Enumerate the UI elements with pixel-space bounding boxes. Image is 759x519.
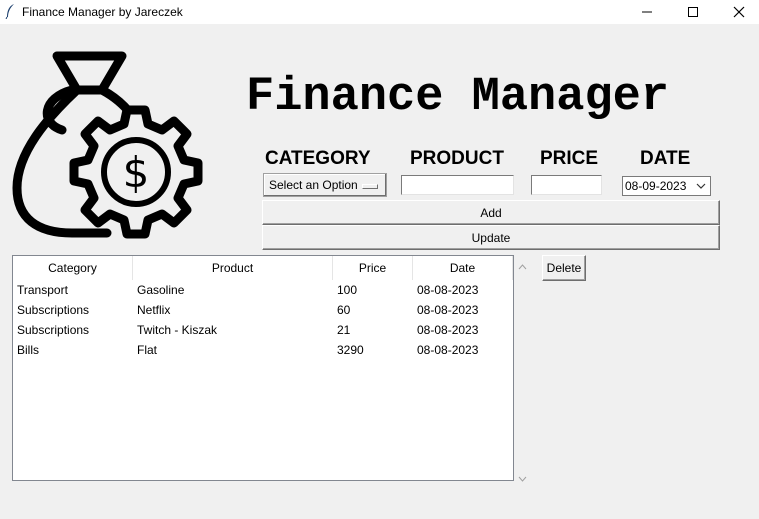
svg-text:$: $ (123, 148, 150, 197)
date-label: DATE (640, 148, 691, 169)
cell-category: Bills (17, 343, 40, 357)
update-button[interactable]: Update (262, 225, 720, 250)
window-title: Finance Manager by Jareczek (22, 5, 183, 19)
close-button[interactable] (716, 0, 759, 24)
category-select[interactable]: Select an Option (263, 173, 387, 197)
cell-date: 08-08-2023 (417, 283, 479, 297)
cell-price: 60 (337, 303, 351, 317)
cell-date: 08-08-2023 (417, 343, 479, 357)
cell-price: 3290 (337, 343, 364, 357)
column-header-product[interactable]: Product (133, 256, 333, 280)
cell-date: 08-08-2023 (417, 303, 479, 317)
product-input[interactable] (401, 175, 514, 195)
option-indicator-icon (362, 184, 378, 189)
table-scrollbar[interactable] (514, 255, 531, 482)
page-title: Finance Manager (246, 71, 670, 124)
category-label: CATEGORY (265, 148, 371, 169)
table-header: Category Product Price Date (13, 256, 513, 280)
maximize-button[interactable] (670, 0, 716, 24)
column-header-price[interactable]: Price (333, 256, 413, 280)
add-button[interactable]: Add (262, 200, 720, 225)
cell-date: 08-08-2023 (417, 323, 479, 337)
table-row[interactable]: Bills Flat 3290 08-08-2023 (13, 340, 513, 360)
category-select-value: Select an Option (269, 178, 358, 192)
price-label: PRICE (540, 148, 599, 169)
delete-button[interactable]: Delete (542, 255, 586, 281)
cell-product: Netflix (137, 303, 171, 317)
scroll-up-icon[interactable] (518, 259, 527, 273)
scroll-down-icon[interactable] (518, 471, 527, 485)
cell-product: Flat (137, 343, 158, 357)
minimize-button[interactable] (624, 0, 670, 24)
cell-category: Transport (17, 283, 68, 297)
column-header-category[interactable]: Category (13, 256, 133, 280)
date-value: 08-09-2023 (625, 179, 687, 193)
price-input[interactable] (531, 175, 602, 195)
cell-category: Subscriptions (17, 303, 90, 317)
table-row[interactable]: Transport Gasoline 100 08-08-2023 (13, 280, 513, 300)
date-picker[interactable]: 08-09-2023 (622, 176, 711, 196)
title-bar: Finance Manager by Jareczek (0, 0, 759, 24)
expenses-table[interactable]: Category Product Price Date Transport Ga… (12, 255, 514, 481)
cell-product: Twitch - Kiszak (137, 323, 218, 337)
column-header-date[interactable]: Date (413, 256, 513, 280)
chevron-down-icon[interactable] (695, 180, 707, 195)
cell-price: 21 (337, 323, 351, 337)
feather-icon (4, 3, 16, 22)
cell-product: Gasoline (137, 283, 185, 297)
table-body: Transport Gasoline 100 08-08-2023 Subscr… (13, 280, 513, 360)
cell-category: Subscriptions (17, 323, 90, 337)
cell-price: 100 (337, 283, 358, 297)
product-label: PRODUCT (410, 148, 504, 169)
table-row[interactable]: Subscriptions Twitch - Kiszak 21 08-08-2… (13, 320, 513, 340)
table-row[interactable]: Subscriptions Netflix 60 08-08-2023 (13, 300, 513, 320)
money-bag-gear-icon: $ (12, 48, 212, 246)
